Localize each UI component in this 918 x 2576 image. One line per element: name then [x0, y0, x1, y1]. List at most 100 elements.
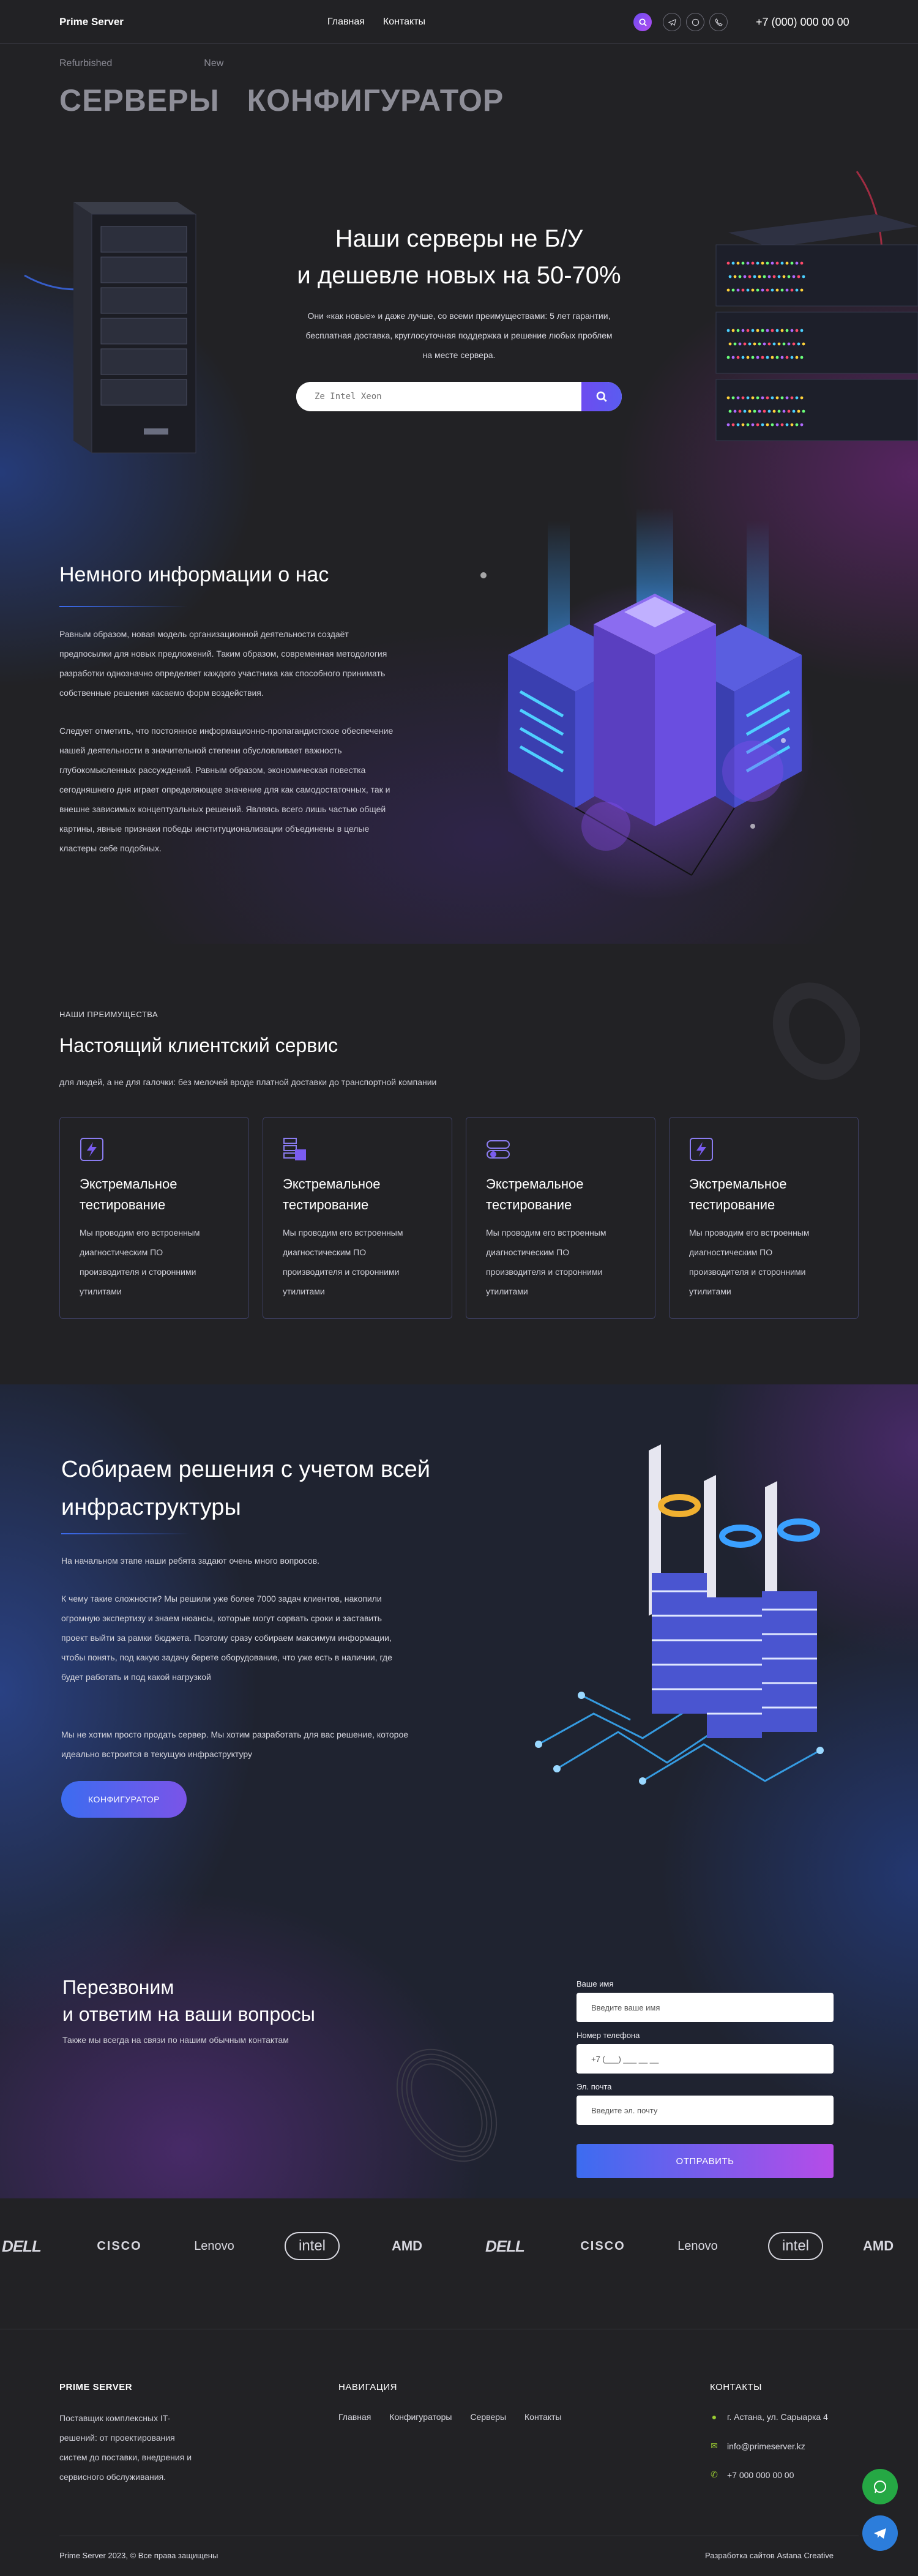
nav-home[interactable]: Главная [327, 17, 365, 28]
about-paragraph-2: Следует отметить, что постоянное информа… [59, 726, 394, 853]
rack-led [736, 356, 740, 359]
rack-led [741, 329, 745, 332]
rack-led [795, 261, 799, 265]
whatsapp-float-button[interactable] [862, 2469, 898, 2504]
footer-nav-contacts[interactable]: Контакты [524, 2412, 561, 2422]
header-phone[interactable]: +7 (000) 000 00 00 [756, 16, 849, 29]
hero-subtitle: Они «как новые» и даже лучше, со всеми п… [305, 311, 613, 360]
server-towers-illustration [535, 1444, 824, 1785]
rack-led [797, 342, 800, 346]
rack-led [751, 329, 755, 332]
hero-title-line1: Наши серверы не Б/У [335, 225, 583, 252]
rack-led [763, 342, 766, 346]
logo[interactable]: Prime Server [59, 16, 124, 28]
rack-led [726, 329, 730, 332]
footer-nav: Главная Конфигураторы Серверы Контакты [338, 2412, 562, 2422]
tab-configurator[interactable]: КОНФИГУРАТОР [247, 83, 504, 118]
rack-led [771, 396, 774, 400]
infra-paragraph-3: Мы не хотим просто продать сервер. Мы хо… [61, 1730, 409, 1759]
site-header: Prime Server Главная Контакты +7 (000) 0… [0, 0, 918, 44]
advantage-card-text: Мы проводим его встроенным диагностическ… [283, 1228, 403, 1296]
rack-led [731, 261, 735, 265]
search-icon[interactable] [633, 13, 652, 31]
advantage-card: Экстремальное тестирование Мы проводим е… [59, 1117, 249, 1319]
rack-led [795, 329, 799, 332]
search-input[interactable] [296, 382, 581, 411]
rack-led [790, 396, 794, 400]
rack-led [748, 409, 752, 413]
brand-logo: DELL [2, 2236, 42, 2255]
rack-led [780, 288, 784, 292]
submit-button[interactable]: ОТПРАВИТЬ [577, 2144, 834, 2178]
rack-led [785, 329, 789, 332]
footer-contacts-heading: КОНТАКТЫ [710, 2382, 762, 2392]
rack-led [766, 396, 769, 400]
tab-new[interactable]: New [204, 58, 223, 69]
phone-icon: ✆ [711, 2470, 718, 2479]
phone-text[interactable]: +7 000 000 00 00 [727, 2470, 794, 2480]
rack-led [767, 275, 771, 278]
infra-paragraph-1: На начальном этапе наши ребята задают оч… [61, 1556, 320, 1566]
main-nav: Главная Контакты [327, 17, 425, 28]
rack-led [733, 409, 737, 413]
rack-led [746, 288, 750, 292]
footer-brand-description: Поставщик комплексных IT-решений: от про… [59, 2413, 192, 2482]
location-pin-icon: ● [711, 2412, 717, 2422]
infra-title: Собираем решения с учетом всей инфрастру… [61, 1457, 431, 1520]
tab-servers[interactable]: СЕРВЕРЫ [59, 83, 220, 118]
rack-led [741, 396, 745, 400]
rack-led [800, 356, 804, 359]
brand-logo: AMD [863, 2238, 894, 2253]
rack-server-illustration [715, 171, 918, 441]
rack-led [777, 409, 781, 413]
brand-logo: CISCO [97, 2239, 142, 2253]
tab-refurbished[interactable]: Refurbished [59, 58, 112, 69]
rack-led [761, 396, 764, 400]
rack-led [743, 275, 747, 278]
rack-led [741, 356, 745, 359]
name-field[interactable] [577, 1993, 834, 2022]
rack-led [800, 423, 804, 427]
telegram-float-button[interactable] [862, 2515, 898, 2551]
rack-led [761, 329, 764, 332]
telegram-icon[interactable] [663, 13, 681, 31]
developer-credit[interactable]: Разработка сайтов Astana Creative [705, 2551, 834, 2560]
rack-led [790, 356, 794, 359]
phone-field[interactable] [577, 2044, 834, 2074]
configurator-button[interactable]: КОНФИГУРАТОР [61, 1781, 187, 1818]
nav-contacts[interactable]: Контакты [383, 17, 425, 28]
search-button[interactable] [581, 382, 622, 411]
whatsapp-icon[interactable] [686, 13, 704, 31]
footer-phone[interactable]: ✆ +7 000 000 00 00 [710, 2470, 794, 2480]
rack-led [772, 342, 776, 346]
advantage-card: Экстремальное тестирование Мы проводим е… [466, 1117, 655, 1319]
footer-nav-servers[interactable]: Серверы [470, 2412, 506, 2422]
advantages-label: НАШИ ПРЕИМУЩЕСТВА [59, 1010, 159, 1019]
email-field[interactable] [577, 2096, 834, 2125]
email-label: Эл. почта [577, 2082, 612, 2091]
brand-logo: intel [285, 2232, 340, 2260]
decorative-ring [772, 982, 860, 1080]
rack-led [775, 261, 779, 265]
advantages-title: Настоящий клиентский сервис [59, 1034, 338, 1056]
copyright: Prime Server 2023, © Все права защищены [59, 2551, 218, 2560]
rack-led [767, 342, 771, 346]
rack-led [767, 409, 771, 413]
rack-led [736, 423, 740, 427]
email-text[interactable]: info@primeserver.kz [727, 2441, 805, 2451]
footer-nav-configurators[interactable]: Конфигураторы [389, 2412, 452, 2422]
rack-led [758, 342, 761, 346]
rack-led [802, 342, 805, 346]
rack-led [771, 423, 774, 427]
footer-email[interactable]: ✉ info@primeserver.kz [710, 2441, 805, 2451]
footer-nav-home[interactable]: Главная [338, 2412, 371, 2422]
rack-led [736, 288, 740, 292]
rack-led [802, 275, 805, 278]
phone-icon[interactable] [709, 13, 728, 31]
address-text: г. Астана, ул. Сарыарка 4 [727, 2412, 828, 2422]
condition-tabs: Refurbished New [59, 58, 223, 69]
about-divider [59, 606, 188, 607]
rack-led [741, 288, 745, 292]
rack-led [726, 396, 730, 400]
rack-led [748, 275, 752, 278]
